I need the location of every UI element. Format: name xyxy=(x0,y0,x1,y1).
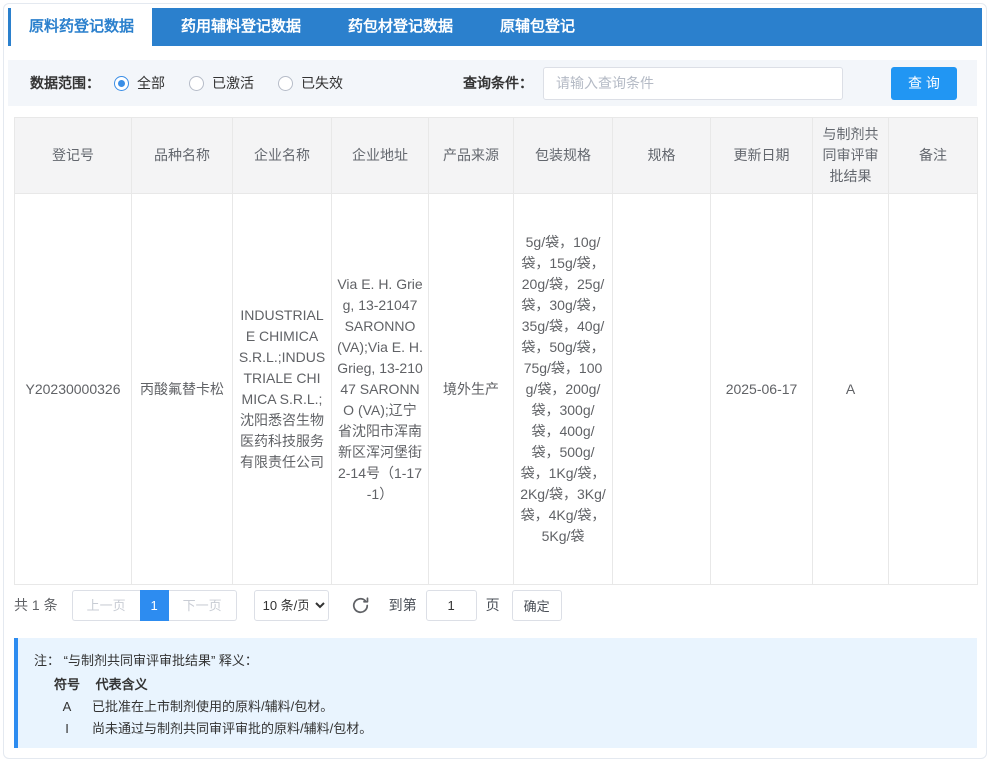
col-review-result: 与制剂共同审评审批结果 xyxy=(813,118,889,194)
radio-expired-label: 已失效 xyxy=(301,73,343,93)
radio-activated[interactable]: 已激活 xyxy=(189,73,254,93)
col-product-name: 品种名称 xyxy=(132,118,233,194)
query-condition-label: 查询条件： xyxy=(463,73,533,93)
col-update-date: 更新日期 xyxy=(711,118,813,194)
radio-expired-icon[interactable] xyxy=(278,76,293,91)
table-header-row: 登记号 品种名称 企业名称 企业地址 产品来源 包装规格 规格 更新日期 与制剂… xyxy=(15,118,978,194)
search-button[interactable]: 查 询 xyxy=(891,67,957,100)
col-spec: 规格 xyxy=(613,118,711,194)
col-registration-no: 登记号 xyxy=(15,118,132,194)
cell-company-address: Via E. H. Grieg, 13-21047 SARONNO (VA);V… xyxy=(332,194,429,585)
page-unit-label: 页 xyxy=(486,595,500,615)
goto-page-label: 到第 xyxy=(389,595,417,615)
total-count: 共 1 条 xyxy=(14,595,58,615)
note-meaning-header: 代表含义 xyxy=(96,674,148,696)
col-company-name: 企业名称 xyxy=(233,118,332,194)
col-company-address: 企业地址 xyxy=(332,118,429,194)
cell-registration-no: Y20230000326 xyxy=(15,194,132,585)
legend-note: 注： “与制剂共同审评审批结果” 释义： 符号 代表含义 A 已批准在上市制剂使… xyxy=(14,638,977,748)
query-input[interactable] xyxy=(543,67,843,100)
table-row: Y20230000326 丙酸氟替卡松 INDUSTRIALE CHIMICA … xyxy=(15,194,978,585)
note-header: 符号 代表含义 xyxy=(34,674,977,696)
current-page-button[interactable]: 1 xyxy=(140,590,169,621)
col-product-source: 产品来源 xyxy=(429,118,514,194)
cell-remark xyxy=(889,194,978,585)
note-symbol-a: A xyxy=(50,696,84,718)
refresh-icon[interactable] xyxy=(350,594,372,616)
radio-activated-label: 已激活 xyxy=(212,73,254,93)
filter-bar: 数据范围： 全部 已激活 已失效 查询条件： 查 询 xyxy=(8,60,977,106)
col-package-spec: 包装规格 xyxy=(514,118,613,194)
cell-product-name: 丙酸氟替卡松 xyxy=(132,194,233,585)
tab-raw-aux-pack[interactable]: 原辅包登记 xyxy=(482,8,593,46)
tab-excipient-registration[interactable]: 药用辅料登记数据 xyxy=(163,8,319,46)
page-card: 原料药登记数据 药用辅料登记数据 药包材登记数据 原辅包登记 数据范围： 全部 … xyxy=(3,3,987,759)
prev-page-button[interactable]: 上一页 xyxy=(72,590,140,621)
cell-update-date: 2025-06-17 xyxy=(711,194,813,585)
next-page-button[interactable]: 下一页 xyxy=(169,590,237,621)
radio-activated-icon[interactable] xyxy=(189,76,204,91)
col-remark: 备注 xyxy=(889,118,978,194)
pagination-bar: 共 1 条 上一页 1 下一页 10 条/页 到第 页 确定 xyxy=(14,589,562,621)
note-symbol-header: 符号 xyxy=(50,674,84,696)
cell-review-result: A xyxy=(813,194,889,585)
note-row-a: A 已批准在上市制剂使用的原料/辅料/包材。 xyxy=(34,696,977,718)
note-meaning-a: 已批准在上市制剂使用的原料/辅料/包材。 xyxy=(92,696,333,718)
tab-api-registration[interactable]: 原料药登记数据 xyxy=(11,8,152,46)
registration-table: 登记号 品种名称 企业名称 企业地址 产品来源 包装规格 规格 更新日期 与制剂… xyxy=(14,117,977,585)
tab-packaging-registration[interactable]: 药包材登记数据 xyxy=(330,8,471,46)
radio-expired[interactable]: 已失效 xyxy=(278,73,343,93)
data-scope-label: 数据范围： xyxy=(30,73,100,93)
tab-bar: 原料药登记数据 药用辅料登记数据 药包材登记数据 原辅包登记 xyxy=(8,8,982,46)
goto-page-input[interactable] xyxy=(426,590,477,621)
cell-package-spec: 5g/袋，10g/袋，15g/袋，20g/袋，25g/袋，30g/袋，35g/袋… xyxy=(514,194,613,585)
note-row-i: I 尚未通过与制剂共同审评审批的原料/辅料/包材。 xyxy=(34,718,977,740)
cell-spec xyxy=(613,194,711,585)
cell-product-source: 境外生产 xyxy=(429,194,514,585)
note-meaning-i: 尚未通过与制剂共同审评审批的原料/辅料/包材。 xyxy=(92,718,372,740)
cell-company-name: INDUSTRIALE CHIMICA S.R.L.;INDUSTRIALE C… xyxy=(233,194,332,585)
scope-radio-group: 全部 已激活 已失效 xyxy=(114,73,367,93)
page-size-select[interactable]: 10 条/页 xyxy=(254,590,329,621)
page-button-group: 上一页 1 下一页 xyxy=(72,590,237,621)
confirm-button[interactable]: 确定 xyxy=(512,590,562,621)
radio-all[interactable]: 全部 xyxy=(114,73,165,93)
radio-all-icon[interactable] xyxy=(114,76,129,91)
radio-all-label: 全部 xyxy=(137,73,165,93)
note-title: 注： “与制剂共同审评审批结果” 释义： xyxy=(34,650,977,672)
note-symbol-i: I xyxy=(50,718,84,740)
